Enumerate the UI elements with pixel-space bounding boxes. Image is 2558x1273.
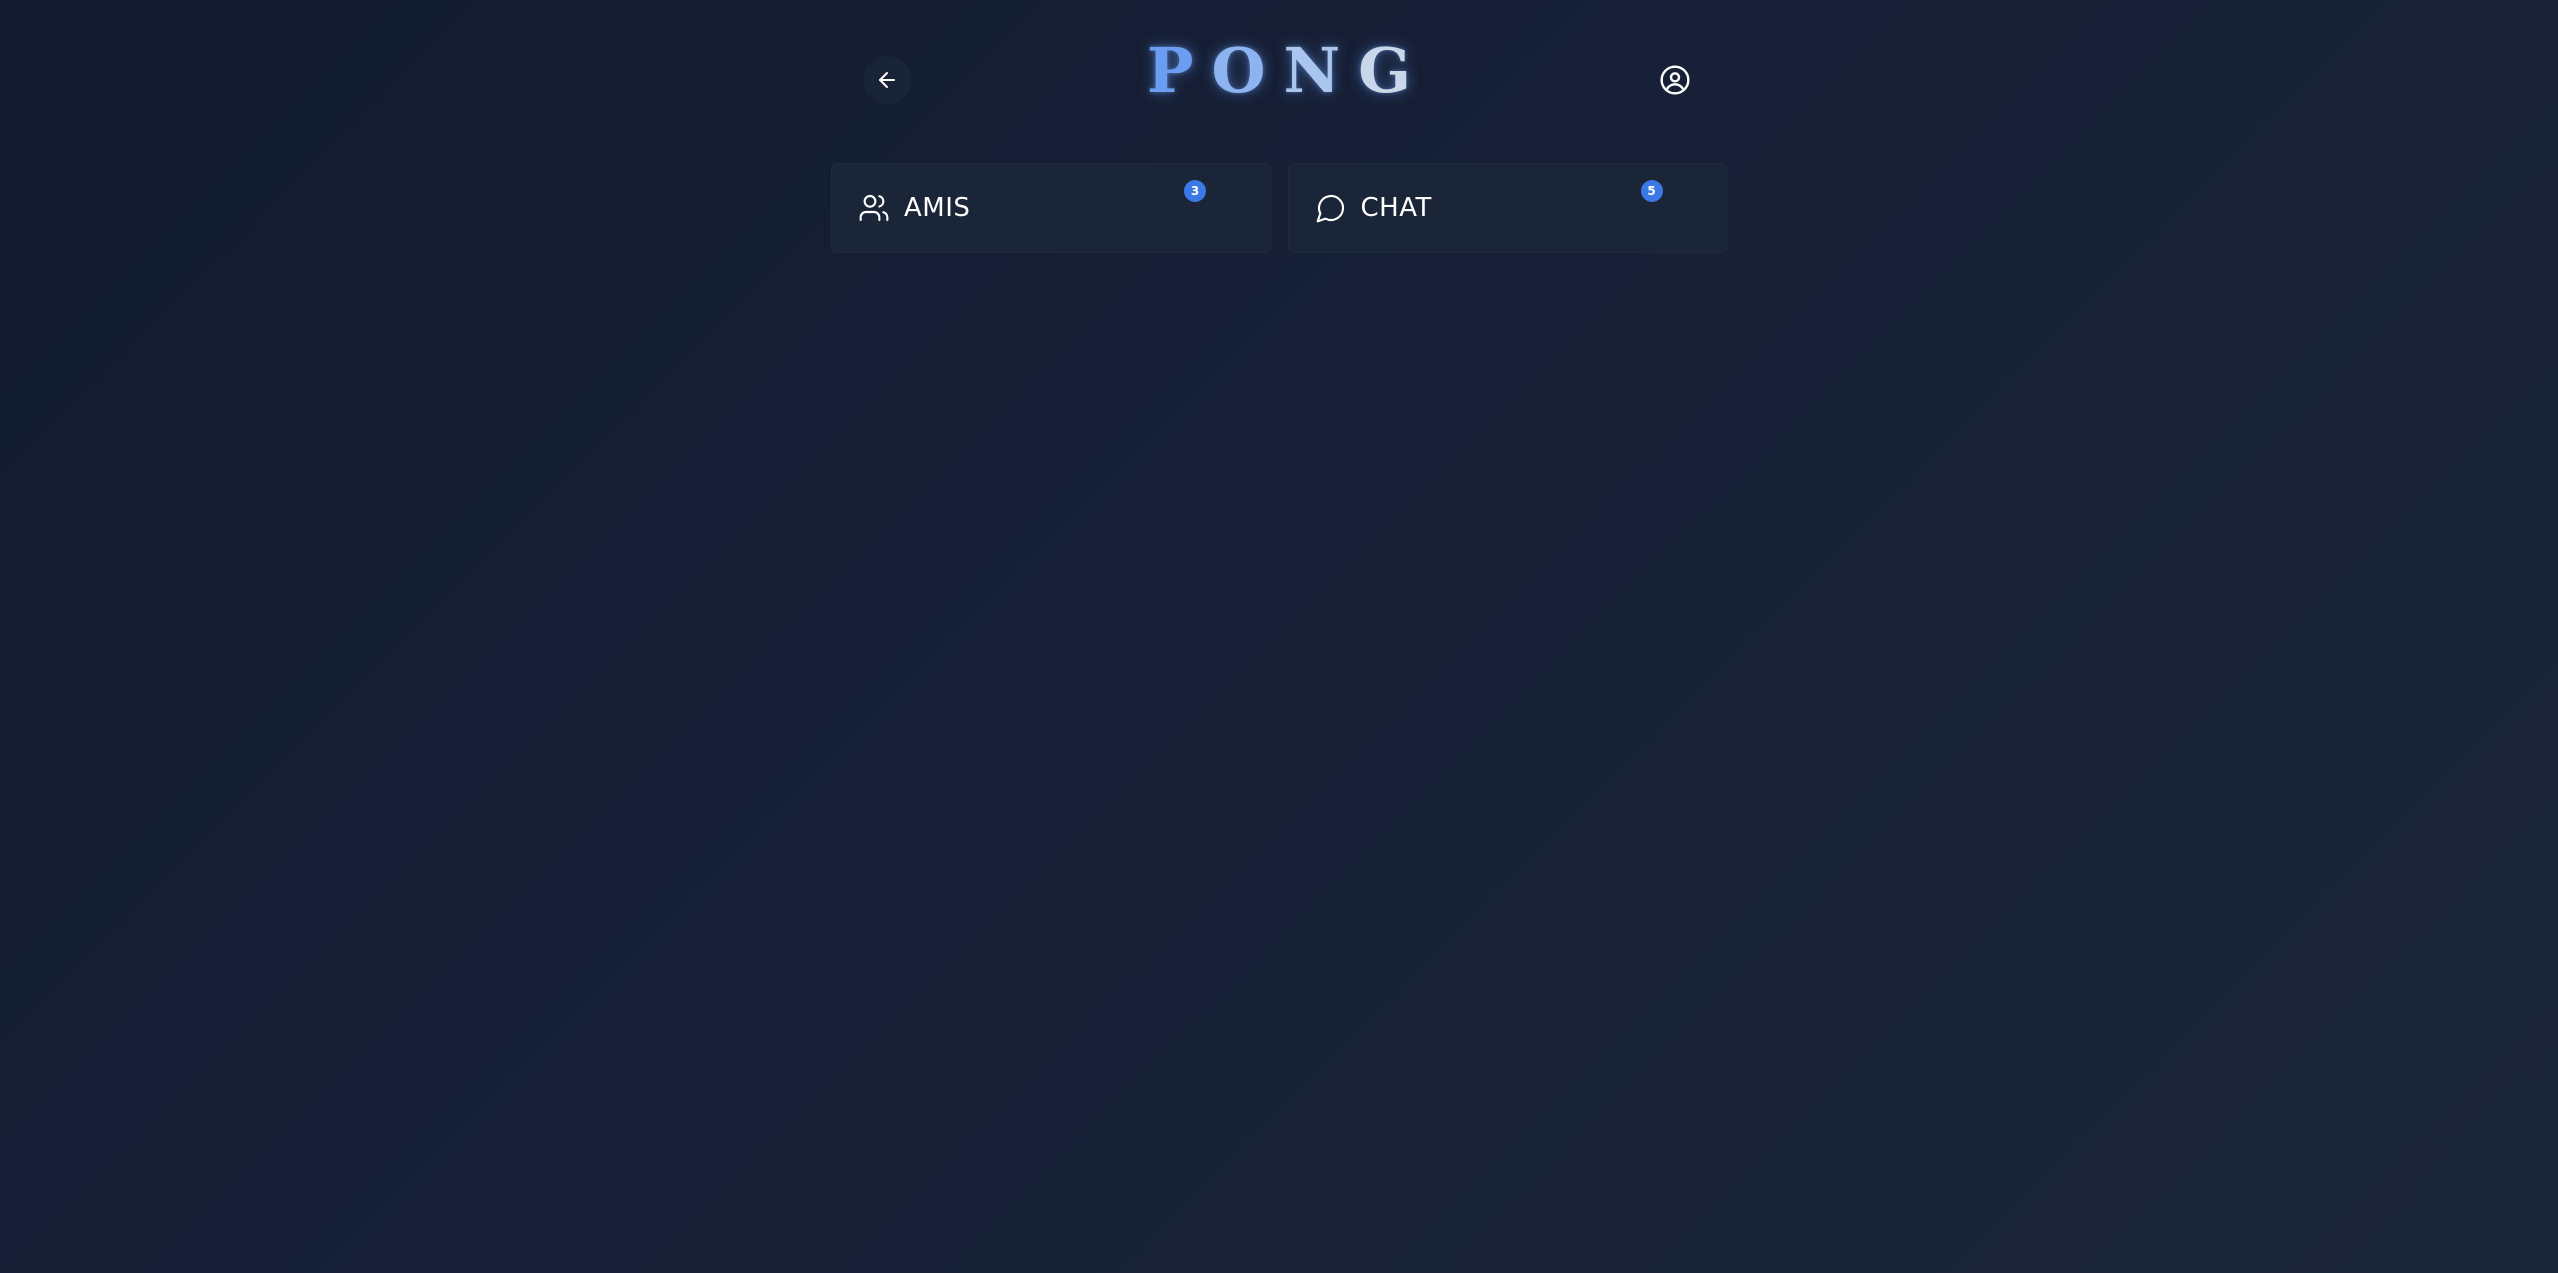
users-icon [858,192,890,224]
friends-card[interactable]: AMIS 3 [831,163,1271,253]
friends-count-badge: 3 [1184,180,1206,202]
menu-cards: AMIS 3 CHAT 5 [831,163,1727,253]
chat-card[interactable]: CHAT 5 [1287,163,1727,253]
app-header: PONG [832,30,1726,132]
chat-count-badge: 5 [1640,180,1663,202]
user-circle-icon [1659,64,1691,96]
logo-letter: N [1283,34,1359,107]
message-circle-icon [1315,192,1347,224]
logo-letter: O [1211,34,1284,107]
chat-card-label: CHAT [1360,193,1432,223]
app-logo: PONG [832,34,1726,108]
friends-card-label: AMIS [904,193,971,223]
logo-letter: P [1146,34,1212,107]
profile-button[interactable] [1651,56,1699,104]
logo-letter: G [1358,34,1430,107]
